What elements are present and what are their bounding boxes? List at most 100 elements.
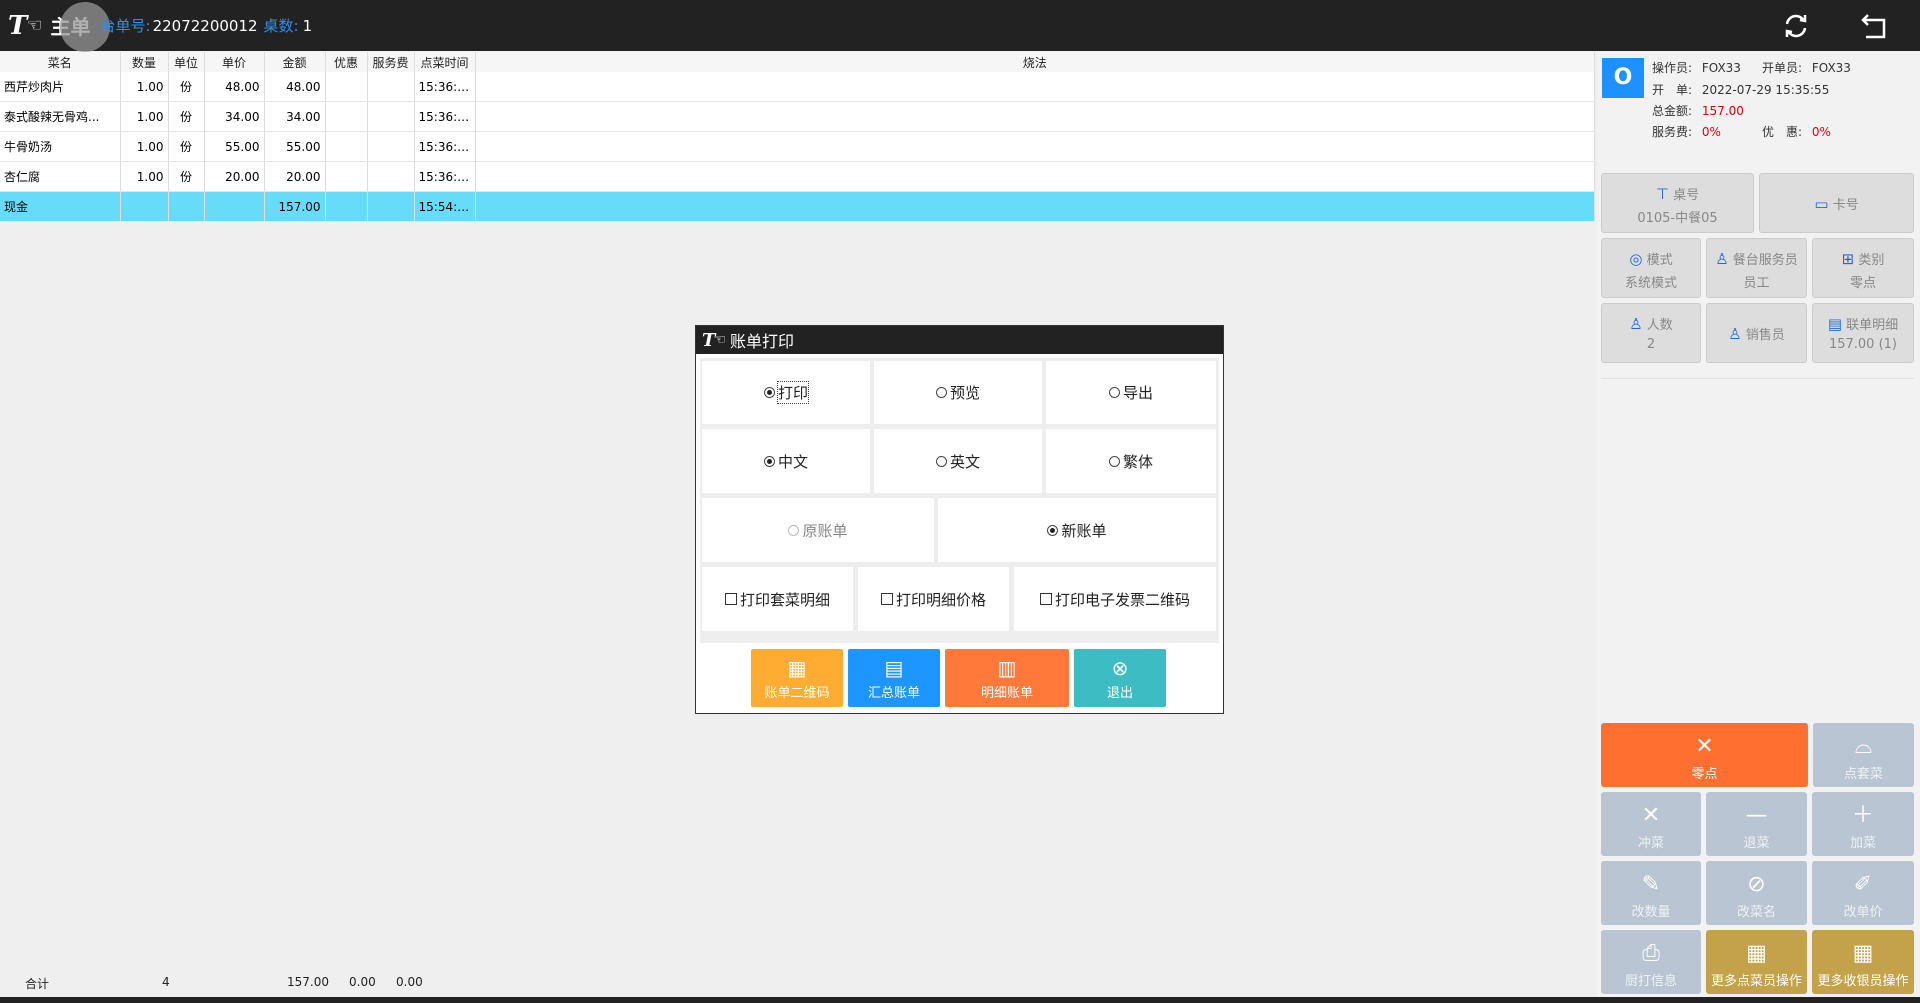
checkbox-detail-price[interactable]: 打印明细价格	[858, 567, 1009, 631]
cell-cooking-method	[475, 161, 1595, 192]
cell-price: 34.00	[204, 101, 265, 132]
opener-label: 开单员:	[1762, 61, 1803, 75]
option-preview-label: 预览	[949, 384, 980, 402]
bill-print-dialog: T ☜ 账单打印 打印 预览 导出 中文 英文 繁体 原账单 新账单 打印套菜明…	[695, 325, 1224, 714]
qr-icon: ▦	[787, 656, 807, 680]
radio-preview[interactable]	[935, 387, 947, 398]
dialog-title: 账单打印	[729, 332, 794, 351]
add-dish-label: 加菜	[1849, 836, 1876, 851]
qr-bill-button[interactable]: ▦ 账单二维码	[751, 649, 843, 707]
option-preview[interactable]: 预览	[874, 361, 1042, 424]
more-order-ops-button[interactable]: ▦ 更多点菜员操作	[1706, 930, 1807, 994]
option-new-bill[interactable]: 新账单	[938, 498, 1216, 562]
more-cashier-ops-button[interactable]: ▦ 更多收银员操作	[1812, 930, 1914, 994]
col-header[interactable]: 单位	[168, 52, 205, 72]
edit-qty-button[interactable]: ✎ 改数量	[1601, 861, 1701, 925]
mode-button[interactable]: ◎ 模式 系统模式	[1601, 238, 1701, 298]
col-header[interactable]: 数量	[120, 52, 169, 72]
bottom-bar	[0, 997, 1920, 1003]
cell-cooking-method	[475, 131, 1595, 162]
col-header[interactable]: 点菜时间	[414, 52, 476, 72]
kitchen-print-button[interactable]: ⎙ 厨打信息	[1601, 930, 1701, 994]
radio-chinese[interactable]	[763, 455, 775, 467]
exit-button[interactable]: ⊗ 退出	[1074, 649, 1166, 707]
table-value: 0105-中餐05	[1637, 211, 1718, 226]
checkbox-invoice-qr[interactable]: 打印电子发票二维码	[1014, 567, 1216, 631]
summary-label: 合计	[25, 977, 50, 991]
table-row[interactable]: 牛骨奶汤 1.00 份 55.00 55.00 15:36:30	[0, 131, 1595, 162]
rename-label: 改菜名	[1736, 905, 1776, 920]
top-bar: T ☜ 主单 台单号: 22072200012 桌数: 1	[0, 0, 1920, 52]
card-button[interactable]: ▭ 卡号	[1759, 173, 1914, 233]
col-header[interactable]: 单价	[204, 52, 265, 72]
checkbox-set-detail[interactable]: 打印套菜明细	[702, 567, 853, 631]
table-row[interactable]: 杏仁腐 1.00 份 20.00 20.00 15:36:30	[0, 161, 1595, 192]
guests-button[interactable]: ♙ 人数 2	[1601, 303, 1701, 363]
total-amount: 157.00	[1701, 104, 1744, 118]
checkbox-icon[interactable]	[724, 593, 737, 605]
plus-icon: ＋	[1851, 803, 1874, 828]
mode-value: 系统模式	[1624, 276, 1677, 291]
option-chinese-label: 中文	[777, 452, 808, 471]
table-row[interactable]: 西芹炒肉片 1.00 份 48.00 48.00 15:36:30	[0, 72, 1595, 102]
add-dish-button[interactable]: ＋ 加菜	[1812, 792, 1914, 856]
service-row: 服务费: 0%	[1652, 123, 1721, 140]
clipboard-icon: ▤	[884, 656, 904, 680]
back-icon[interactable]	[1858, 10, 1890, 42]
edit-price-button[interactable]: ✐ 改单价	[1812, 861, 1914, 925]
summary-service: 0.00	[396, 975, 423, 989]
col-header[interactable]: 烧法	[475, 52, 1595, 72]
radio-print[interactable]	[763, 387, 775, 398]
checkbox-icon[interactable]	[1039, 593, 1052, 605]
qr-bill-label: 账单二维码	[764, 686, 830, 701]
seller-button[interactable]: ♙ 销售员	[1706, 303, 1807, 363]
option-chinese[interactable]: 中文	[702, 429, 870, 493]
refresh-icon[interactable]	[1780, 10, 1812, 42]
option-traditional[interactable]: 繁体	[1046, 429, 1216, 493]
cell-qty: 1.00	[120, 72, 169, 102]
cell-qty: 1.00	[120, 131, 169, 162]
col-header[interactable]: 优惠	[325, 52, 368, 72]
return-dish-button[interactable]: — 退菜	[1706, 792, 1807, 856]
rename-button[interactable]: ⊘ 改菜名	[1706, 861, 1807, 925]
bill-detail-button[interactable]: ▤ 联单明细 157.00 (1)	[1812, 303, 1914, 363]
category-button[interactable]: ⊞ 类别 零点	[1812, 238, 1914, 298]
option-english[interactable]: 英文	[874, 429, 1042, 493]
cell-service-fee	[367, 131, 415, 162]
operator-label: 操作员:	[1652, 61, 1693, 75]
grid-icon: ⊞	[1841, 250, 1855, 268]
radio-new-bill[interactable]	[1047, 524, 1059, 536]
dome-icon: ⌓	[1854, 734, 1873, 759]
cell-qty: 1.00	[120, 161, 169, 192]
cell-unit: 份	[168, 101, 205, 132]
dialog-options: 打印 预览 导出 中文 英文 繁体 原账单 新账单 打印套菜明细 打印明细价格	[700, 358, 1219, 643]
cell-price: 55.00	[204, 131, 265, 162]
radio-traditional[interactable]	[1108, 455, 1120, 467]
detail-bill-button[interactable]: ▥ 明细账单	[945, 649, 1069, 707]
option-original-bill-label: 原账单	[802, 521, 848, 540]
option-original-bill: 原账单	[702, 498, 934, 562]
cell-order-time: 15:36:30	[414, 101, 476, 132]
cancel-dish-button[interactable]: ✕ 冲菜	[1601, 792, 1701, 856]
col-header[interactable]: 服务费	[367, 52, 415, 72]
radio-english[interactable]	[935, 455, 947, 467]
order-button[interactable]: ✕ 零点	[1601, 723, 1808, 787]
mode-label: 模式	[1646, 253, 1673, 268]
cell-service-fee	[367, 161, 415, 192]
option-export[interactable]: 导出	[1046, 361, 1216, 424]
table-row[interactable]: 现金 157.00 15:54:04	[0, 191, 1595, 222]
operator-name: FOX33	[1701, 61, 1741, 75]
cell-price	[204, 191, 265, 222]
table-row[interactable]: 泰式酸辣无骨鸡... 1.00 份 34.00 34.00 15:36:30	[0, 101, 1595, 132]
radio-export[interactable]	[1108, 387, 1120, 398]
checkbox-icon[interactable]	[880, 593, 893, 605]
summary-bill-button[interactable]: ▤ 汇总账单	[848, 649, 940, 707]
option-print[interactable]: 打印	[702, 361, 870, 424]
table-button[interactable]: ⊤ 桌号 0105-中餐05	[1601, 173, 1754, 233]
col-header[interactable]: 金额	[264, 52, 326, 72]
operator-row: 操作员: FOX33	[1652, 59, 1741, 76]
waiter-button[interactable]: ♙ 餐台服务员 员工	[1706, 238, 1807, 298]
cutlery-icon: ✕	[1695, 734, 1714, 759]
col-header[interactable]: 菜名	[0, 52, 121, 72]
set-menu-button[interactable]: ⌓ 点套菜	[1813, 723, 1914, 787]
